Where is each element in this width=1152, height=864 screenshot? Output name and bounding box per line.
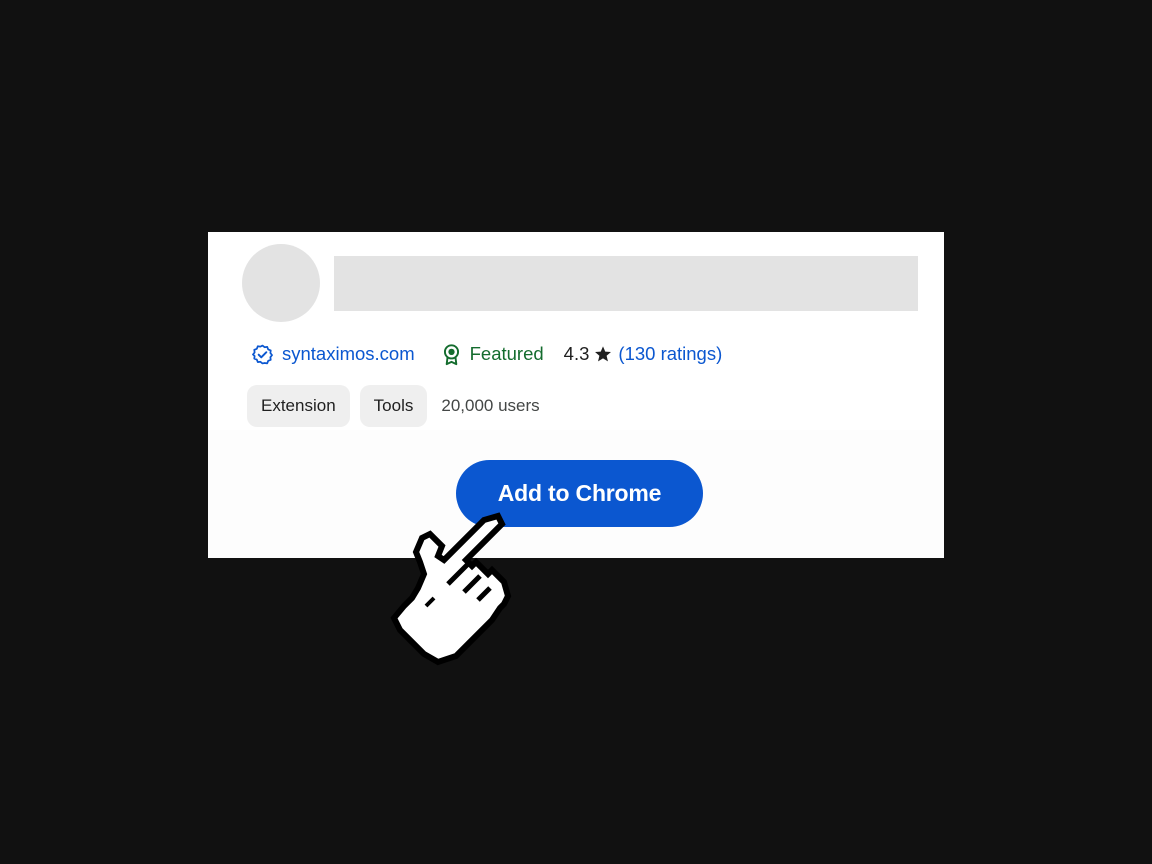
extension-listing-card: syntaximos.com Featured 4.3 ( 130 rating… [208, 232, 944, 558]
user-count: 20,000 users [441, 396, 540, 415]
rating-value: 4.3 [563, 343, 590, 364]
rating-summary: 4.3 ( 130 ratings ) [564, 343, 723, 365]
rating-close-paren: ) [716, 343, 723, 364]
featured-badge: Featured [441, 343, 544, 366]
publisher-link[interactable]: syntaximos.com [252, 343, 415, 365]
category-chips: Extension Tools 20,000 users [247, 385, 540, 427]
publisher-label: syntaximos.com [282, 343, 415, 364]
ratings-count-link[interactable]: 130 ratings [625, 343, 717, 365]
star-icon [595, 346, 612, 362]
featured-label: Featured [469, 343, 544, 364]
extension-title-placeholder [334, 256, 918, 311]
metadata-row: syntaximos.com Featured 4.3 ( 130 rating… [252, 340, 722, 368]
extension-icon-placeholder [242, 244, 320, 322]
hand-pointer-cursor-icon [390, 512, 512, 666]
chip-extension[interactable]: Extension [247, 385, 350, 427]
chip-tools[interactable]: Tools [359, 385, 428, 427]
verified-badge-icon [252, 344, 273, 364]
featured-award-icon [443, 343, 459, 365]
